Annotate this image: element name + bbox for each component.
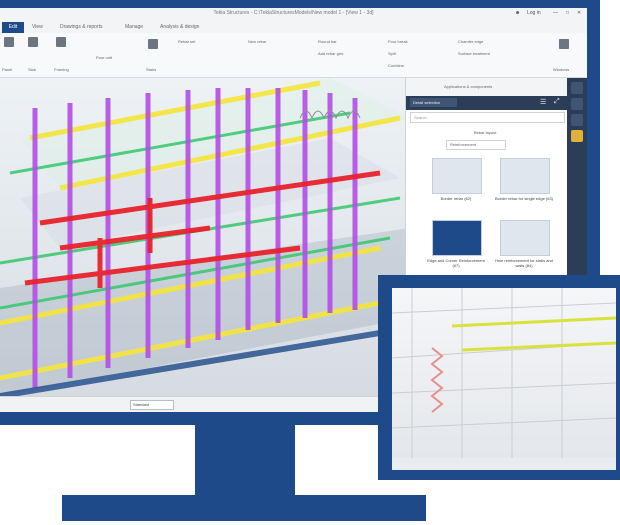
catalog-filter-dropdown[interactable]: Reinforcement — [446, 140, 506, 150]
tab-edit[interactable]: Edit — [2, 22, 24, 33]
catalog-item-label: Border rebar for single edge (63) — [494, 196, 554, 201]
user-icon[interactable]: ☻ — [515, 10, 520, 16]
tab-analysis-design[interactable]: Analysis & design — [160, 24, 199, 30]
ribbon: Panel Slab Framing Pour unit Stairs Reba… — [0, 33, 587, 78]
catalog-item[interactable]: Border rebar (62) — [426, 156, 486, 220]
tab-view[interactable]: View — [32, 24, 43, 30]
ribbon-tabs: Edit View Drawings & reports Manage Anal… — [0, 22, 587, 33]
framing-button[interactable]: Framing — [54, 67, 69, 72]
component-thumbnail — [500, 220, 550, 256]
stairs-icon[interactable] — [148, 39, 158, 49]
reinforcement-render — [392, 288, 616, 470]
add-rebar-grid-button[interactable]: Add rebar grid — [318, 51, 343, 56]
properties-icon[interactable] — [571, 82, 583, 94]
monitor-stand-base — [62, 495, 426, 521]
model-viewport[interactable] — [0, 78, 410, 396]
login-link[interactable]: Log in — [527, 10, 541, 16]
windows-button[interactable]: Windows — [553, 67, 569, 72]
catalog-item-label: Edge and Corner Reinforcement (67) — [427, 258, 485, 268]
pour-unit-button[interactable]: Pour unit — [96, 55, 112, 60]
combine-button[interactable]: Combine — [388, 63, 404, 68]
close-icon[interactable]: ✕ — [577, 10, 581, 16]
minimize-icon[interactable]: — — [553, 10, 558, 16]
panel-header: Applications & components — [406, 78, 568, 96]
component-thumbnail — [500, 158, 550, 194]
view-mode-select[interactable]: Standard — [130, 400, 174, 410]
new-rebar-button[interactable]: New rebar — [248, 39, 266, 44]
catalog-item-label: Border rebar (62) — [440, 196, 472, 201]
monitor-stand-neck — [195, 425, 295, 495]
slab-icon[interactable] — [28, 37, 38, 47]
panel-icon[interactable] — [4, 37, 14, 47]
expand-icon[interactable]: ⤢ — [554, 98, 560, 105]
round-bar-button[interactable]: Round bar — [318, 39, 337, 44]
rebar-set-button[interactable]: Rebar set — [178, 39, 195, 44]
applications-components-panel: Applications & components Detail selecti… — [405, 78, 568, 288]
menu-icon[interactable]: ☰ — [540, 99, 546, 106]
search-input[interactable]: Search — [410, 112, 565, 123]
split-button[interactable]: Split — [388, 51, 396, 56]
title-bar: Tekla Structures - C:\TeklaStructuresMod… — [0, 8, 587, 23]
catalog-item-selected[interactable]: Edge and Corner Reinforcement (67) — [426, 218, 486, 282]
surface-treatment-button[interactable]: Surface treatment — [458, 51, 490, 56]
detail-selection-dropdown[interactable]: Detail selection — [410, 98, 457, 107]
windows-icon[interactable] — [559, 39, 569, 49]
catalog-item-label: Hole reinforcement for slabs and walls (… — [495, 258, 553, 268]
slab-button[interactable]: Slab — [28, 67, 36, 72]
catalog-item[interactable]: Border rebar for single edge (63) — [494, 156, 554, 220]
secondary-screen — [392, 288, 616, 470]
tab-manage[interactable]: Manage — [125, 24, 143, 30]
stairs-button[interactable]: Stairs — [146, 67, 156, 72]
catalog-icon[interactable] — [571, 114, 583, 126]
component-thumbnail — [432, 220, 482, 256]
settings-icon[interactable] — [571, 98, 583, 110]
tab-drawings-reports[interactable]: Drawings & reports — [60, 24, 103, 30]
catalog-item[interactable]: Hole reinforcement for slabs and walls (… — [494, 218, 554, 282]
catalog-title: Rebar layout — [473, 130, 497, 135]
structural-model-render — [0, 78, 410, 396]
panel-title: Applications & components — [444, 84, 493, 89]
chamfer-edge-button[interactable]: Chamfer edge — [458, 39, 483, 44]
panel-toolbar: Detail selection ☰ ⤢ — [406, 96, 568, 110]
maximize-icon[interactable]: □ — [566, 10, 569, 16]
window-title: Tekla Structures - C:\TeklaStructuresMod… — [213, 10, 374, 16]
component-thumbnail — [432, 158, 482, 194]
panel-button[interactable]: Panel — [2, 67, 12, 72]
framing-icon[interactable] — [56, 37, 66, 47]
components-icon[interactable] — [571, 130, 583, 142]
pour-break-button[interactable]: Pour break — [388, 39, 408, 44]
